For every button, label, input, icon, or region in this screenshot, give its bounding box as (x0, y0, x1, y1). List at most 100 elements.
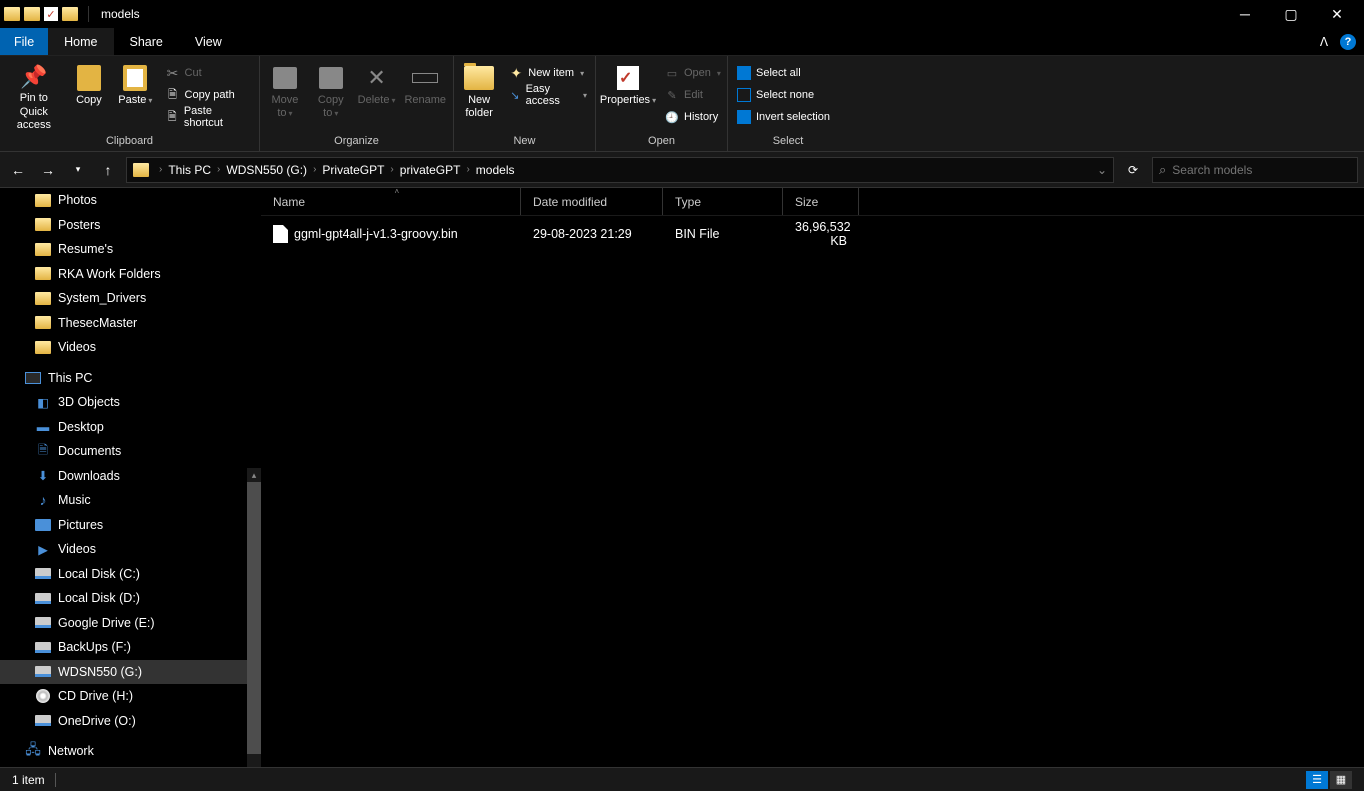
navpane-item[interactable]: Pictures (0, 513, 261, 538)
navpane-item[interactable]: RKA Work Folders (0, 262, 261, 287)
navpane-item[interactable]: ThesecMaster (0, 311, 261, 336)
navpane-item[interactable]: OneDrive (O:) (0, 709, 261, 734)
refresh-button[interactable]: ⟳ (1120, 157, 1146, 183)
tab-share[interactable]: Share (114, 28, 179, 55)
qa-check-icon[interactable]: ✓ (44, 7, 58, 21)
paste-shortcut-button[interactable]: 🗎Paste shortcut (161, 106, 255, 128)
paste-button[interactable]: Paste▾ (114, 62, 156, 134)
close-button[interactable]: ✕ (1314, 0, 1360, 28)
cut-button[interactable]: ✂Cut (161, 62, 255, 84)
chevron-right-icon[interactable]: › (386, 164, 397, 175)
group-label-open: Open (600, 135, 723, 149)
select-all-button[interactable]: Select all (732, 62, 834, 84)
breadcrumb-item[interactable]: This PC (168, 163, 211, 177)
forward-button[interactable]: → (36, 158, 60, 182)
history-button[interactable]: 🕘History (660, 106, 725, 128)
select-none-button[interactable]: Select none (732, 84, 834, 106)
new-item-icon: ✦ (508, 65, 524, 81)
new-item-button[interactable]: ✦New item▾ (504, 62, 591, 84)
navpane-scrollbar[interactable]: ᐱ ▴ (247, 482, 261, 779)
navpane-item[interactable]: Photos (0, 188, 261, 213)
navpane-label: WDSN550 (G:) (58, 665, 142, 679)
navpane-item[interactable]: System_Drivers (0, 286, 261, 311)
navpane-item[interactable]: Local Disk (C:) (0, 562, 261, 587)
column-header-type[interactable]: Type (663, 188, 783, 215)
file-type: BIN File (663, 227, 783, 241)
chevron-right-icon[interactable]: › (462, 164, 473, 175)
maximize-button[interactable]: ▢ (1268, 0, 1314, 28)
details-view-button[interactable]: ☰ (1306, 771, 1328, 789)
invert-selection-button[interactable]: Invert selection (732, 106, 834, 128)
back-button[interactable]: ← (6, 158, 30, 182)
open-icon: ▭ (664, 65, 680, 81)
delete-button[interactable]: ✕ Delete▾ (356, 62, 398, 134)
qa-folder-icon2[interactable] (62, 7, 78, 21)
navpane-item[interactable]: 🗎Documents (0, 439, 261, 464)
breadcrumb-item[interactable]: WDSN550 (G:) (226, 163, 307, 177)
navpane-label: Videos (58, 340, 96, 354)
scrollbar-thumb[interactable] (247, 482, 261, 754)
chevron-right-icon[interactable]: › (155, 164, 166, 175)
navpane-label: CD Drive (H:) (58, 689, 133, 703)
help-button[interactable]: ? (1340, 34, 1356, 50)
navpane-item[interactable]: ⬇Downloads (0, 464, 261, 489)
up-button[interactable]: ↑ (96, 158, 120, 182)
navpane-item[interactable]: This PC (0, 366, 261, 391)
recent-locations-button[interactable]: ▾ (66, 158, 90, 182)
copy-path-button[interactable]: 🗎Copy path (161, 84, 255, 106)
navpane-item[interactable]: ▶Videos (0, 537, 261, 562)
file-row[interactable]: ggml-gpt4all-j-v1.3-groovy.bin 29-08-202… (261, 216, 1364, 252)
thumbnails-view-button[interactable]: ▦ (1330, 771, 1352, 789)
navpane-label: Resume's (58, 242, 113, 256)
column-header-name[interactable]: Name˄ (261, 188, 521, 215)
navpane-item[interactable]: WDSN550 (G:) (0, 660, 261, 685)
navpane-item[interactable]: BackUps (F:) (0, 635, 261, 660)
navpane-item[interactable]: CD Drive (H:) (0, 684, 261, 709)
search-box[interactable]: ⌕ (1152, 157, 1358, 183)
rename-button[interactable]: Rename (401, 62, 449, 134)
navpane-label: This PC (48, 371, 92, 385)
drive-icon (34, 566, 52, 582)
navpane-item[interactable]: 🖧Network (0, 739, 261, 764)
navpane-label: Local Disk (C:) (58, 567, 140, 581)
breadcrumb-item[interactable]: privateGPT (400, 163, 461, 177)
breadcrumb-item[interactable]: models (476, 163, 515, 177)
copy-button[interactable]: Copy (68, 62, 110, 134)
menu-bar: File Home Share View ᐱ ? (0, 28, 1364, 56)
column-header-size[interactable]: Size (783, 188, 859, 215)
address-dropdown-icon[interactable]: ⌄ (1097, 163, 1107, 177)
qa-folder-icon[interactable] (24, 7, 40, 21)
navpane-label: Music (58, 493, 91, 507)
copy-to-button[interactable]: Copy to▾ (310, 62, 352, 134)
navpane-item[interactable]: Local Disk (D:) (0, 586, 261, 611)
file-menu[interactable]: File (0, 28, 48, 55)
navpane-item[interactable]: Videos (0, 335, 261, 360)
chevron-right-icon[interactable]: › (213, 164, 224, 175)
delete-icon: ✕ (361, 64, 393, 92)
navpane-item[interactable]: ♪Music (0, 488, 261, 513)
new-folder-button[interactable]: New folder (458, 62, 500, 134)
navpane-item[interactable]: Google Drive (E:) (0, 611, 261, 636)
scroll-up-button[interactable]: ▴ (247, 468, 261, 482)
minimize-ribbon-button[interactable]: ᐱ (1316, 34, 1332, 50)
column-header-date[interactable]: Date modified (521, 188, 663, 215)
group-label-clipboard: Clipboard (4, 135, 255, 149)
chevron-right-icon[interactable]: › (309, 164, 320, 175)
breadcrumb-item[interactable]: PrivateGPT (322, 163, 384, 177)
edit-button[interactable]: ✎Edit (660, 84, 725, 106)
easy-access-button[interactable]: ↘Easy access▾ (504, 84, 591, 106)
tab-view[interactable]: View (179, 28, 238, 55)
tab-home[interactable]: Home (48, 28, 113, 55)
copy-label: Copy (76, 94, 102, 107)
search-input[interactable] (1172, 163, 1351, 177)
properties-button[interactable]: Properties▾ (600, 62, 656, 134)
pin-to-quick-access-button[interactable]: 📌 Pin to Quick access (4, 62, 64, 134)
navpane-item[interactable]: Posters (0, 213, 261, 238)
minimize-button[interactable]: ─ (1222, 0, 1268, 28)
navpane-item[interactable]: Resume's (0, 237, 261, 262)
navpane-item[interactable]: ▬Desktop (0, 415, 261, 440)
open-button[interactable]: ▭Open▾ (660, 62, 725, 84)
move-to-button[interactable]: Move to▾ (264, 62, 306, 134)
navpane-item[interactable]: ◧3D Objects (0, 390, 261, 415)
breadcrumb[interactable]: › This PC › WDSN550 (G:) › PrivateGPT › … (126, 157, 1114, 183)
